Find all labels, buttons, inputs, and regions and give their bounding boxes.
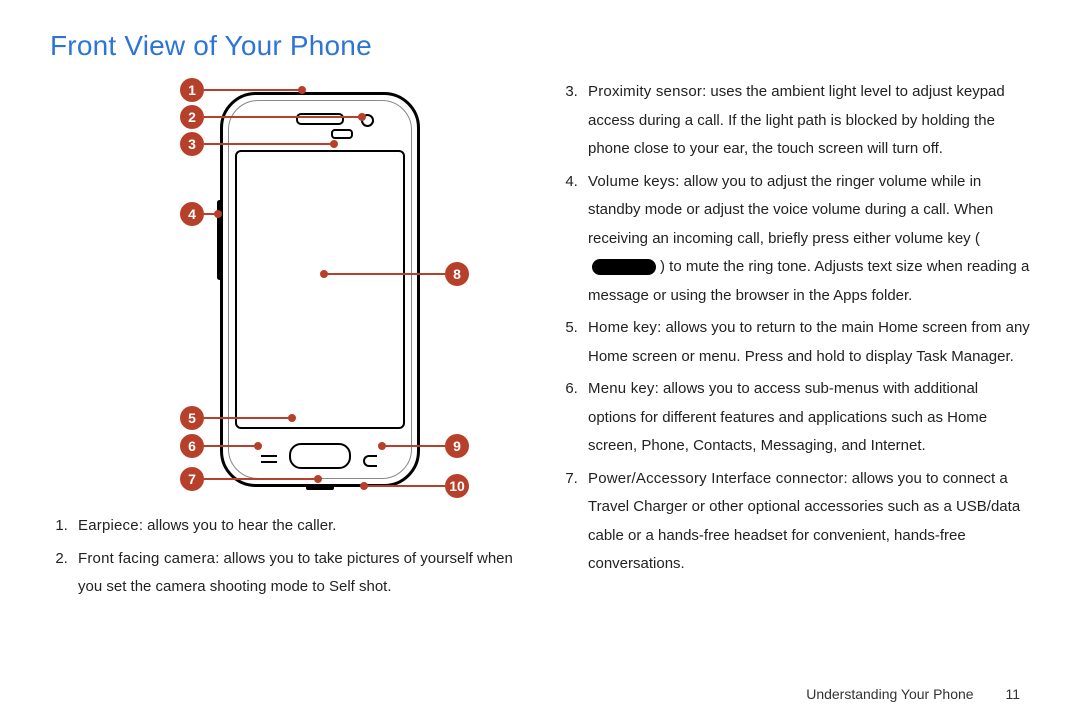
callout-9: 9 bbox=[445, 434, 469, 458]
callout-10: 10 bbox=[445, 474, 469, 498]
desc: : allows you to hear the caller. bbox=[139, 517, 337, 534]
list-item: Front facing camera: allows you to take … bbox=[72, 545, 520, 602]
lead-3 bbox=[204, 143, 334, 145]
home-key bbox=[289, 443, 351, 469]
list-item: Volume keys: allow you to adjust the rin… bbox=[582, 168, 1030, 311]
term: Earpiece bbox=[78, 517, 139, 534]
callout-8: 8 bbox=[445, 262, 469, 286]
lead-10 bbox=[364, 485, 445, 487]
volume-key-icon bbox=[592, 259, 656, 275]
menu-key-icon bbox=[261, 453, 277, 465]
callout-7: 7 bbox=[180, 467, 204, 491]
page-number: 11 bbox=[1005, 686, 1020, 702]
callout-6: 6 bbox=[180, 434, 204, 458]
lead-5 bbox=[204, 417, 292, 419]
usb-connector bbox=[306, 485, 334, 490]
callout-1: 1 bbox=[180, 78, 204, 102]
phone-outline bbox=[220, 92, 420, 487]
callout-3: 3 bbox=[180, 132, 204, 156]
term: Volume keys bbox=[588, 173, 675, 190]
lead-2 bbox=[204, 116, 362, 118]
list-item: Power/Accessory Interface connector: all… bbox=[582, 465, 1030, 579]
term: Home key bbox=[588, 319, 657, 336]
phone-front-diagram: 1 2 3 4 5 6 7 8 9 10 bbox=[70, 72, 500, 502]
lead-8 bbox=[324, 273, 445, 275]
list-item: Proximity sensor: uses the ambient light… bbox=[582, 78, 1030, 164]
lead-4 bbox=[204, 213, 218, 215]
page-footer: Understanding Your Phone 11 bbox=[806, 686, 1020, 702]
list-item: Menu key: allows you to access sub-menus… bbox=[582, 375, 1030, 461]
list-item: Earpiece: allows you to hear the caller. bbox=[72, 512, 520, 541]
proximity-sensor bbox=[331, 129, 353, 139]
feature-list-right: Proximity sensor: uses the ambient light… bbox=[560, 78, 1030, 579]
earpiece-slot bbox=[296, 113, 344, 125]
back-key-icon bbox=[363, 453, 379, 465]
lead-1 bbox=[204, 89, 302, 91]
section-name: Understanding Your Phone bbox=[806, 686, 973, 702]
callout-4: 4 bbox=[180, 202, 204, 226]
feature-list-left: Earpiece: allows you to hear the caller.… bbox=[50, 512, 520, 602]
page-title: Front View of Your Phone bbox=[50, 30, 1030, 62]
term: Proximity sensor bbox=[588, 83, 702, 100]
callout-2: 2 bbox=[180, 105, 204, 129]
lead-7 bbox=[204, 478, 318, 480]
callout-5: 5 bbox=[180, 406, 204, 430]
lead-6 bbox=[204, 445, 258, 447]
list-item: Home key: allows you to return to the ma… bbox=[582, 314, 1030, 371]
touch-screen bbox=[235, 150, 405, 429]
term: Power/Accessory Interface connector bbox=[588, 470, 843, 487]
term: Menu key bbox=[588, 380, 655, 397]
lead-9 bbox=[382, 445, 445, 447]
term: Front facing camera bbox=[78, 550, 215, 567]
